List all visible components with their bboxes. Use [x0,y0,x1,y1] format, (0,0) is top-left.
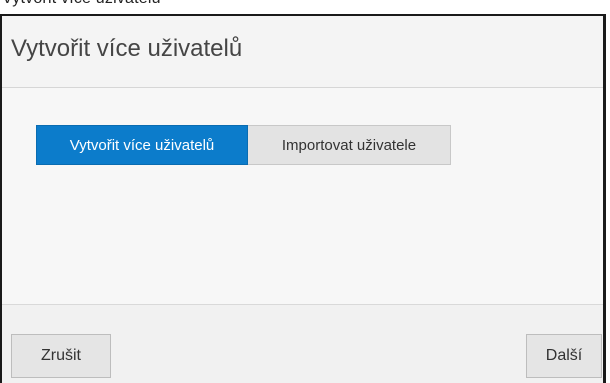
top-strip: Vytvořit více uživatelů [0,0,610,14]
dialog-footer: Zrušit Další [2,304,603,383]
dialog-header: Vytvořit více uživatelů [2,16,603,88]
mode-tab-group: Vytvořit více uživatelů Importovat uživa… [36,125,451,165]
next-button[interactable]: Další [526,334,602,378]
tab-create-multiple-users[interactable]: Vytvořit více uživatelů [36,125,248,165]
cancel-button[interactable]: Zrušit [11,334,111,378]
dialog-body: Vytvořit více uživatelů Importovat uživa… [2,88,603,304]
screen: Vytvořit více uživatelů Vytvořit více už… [0,0,610,383]
dialog-title: Vytvořit více uživatelů [11,35,243,62]
tab-import-users[interactable]: Importovat uživatele [248,125,451,165]
top-strip-text: Vytvořit více uživatelů [2,0,161,8]
create-multiple-users-dialog: Vytvořit více uživatelů Vytvořit více už… [0,14,606,383]
